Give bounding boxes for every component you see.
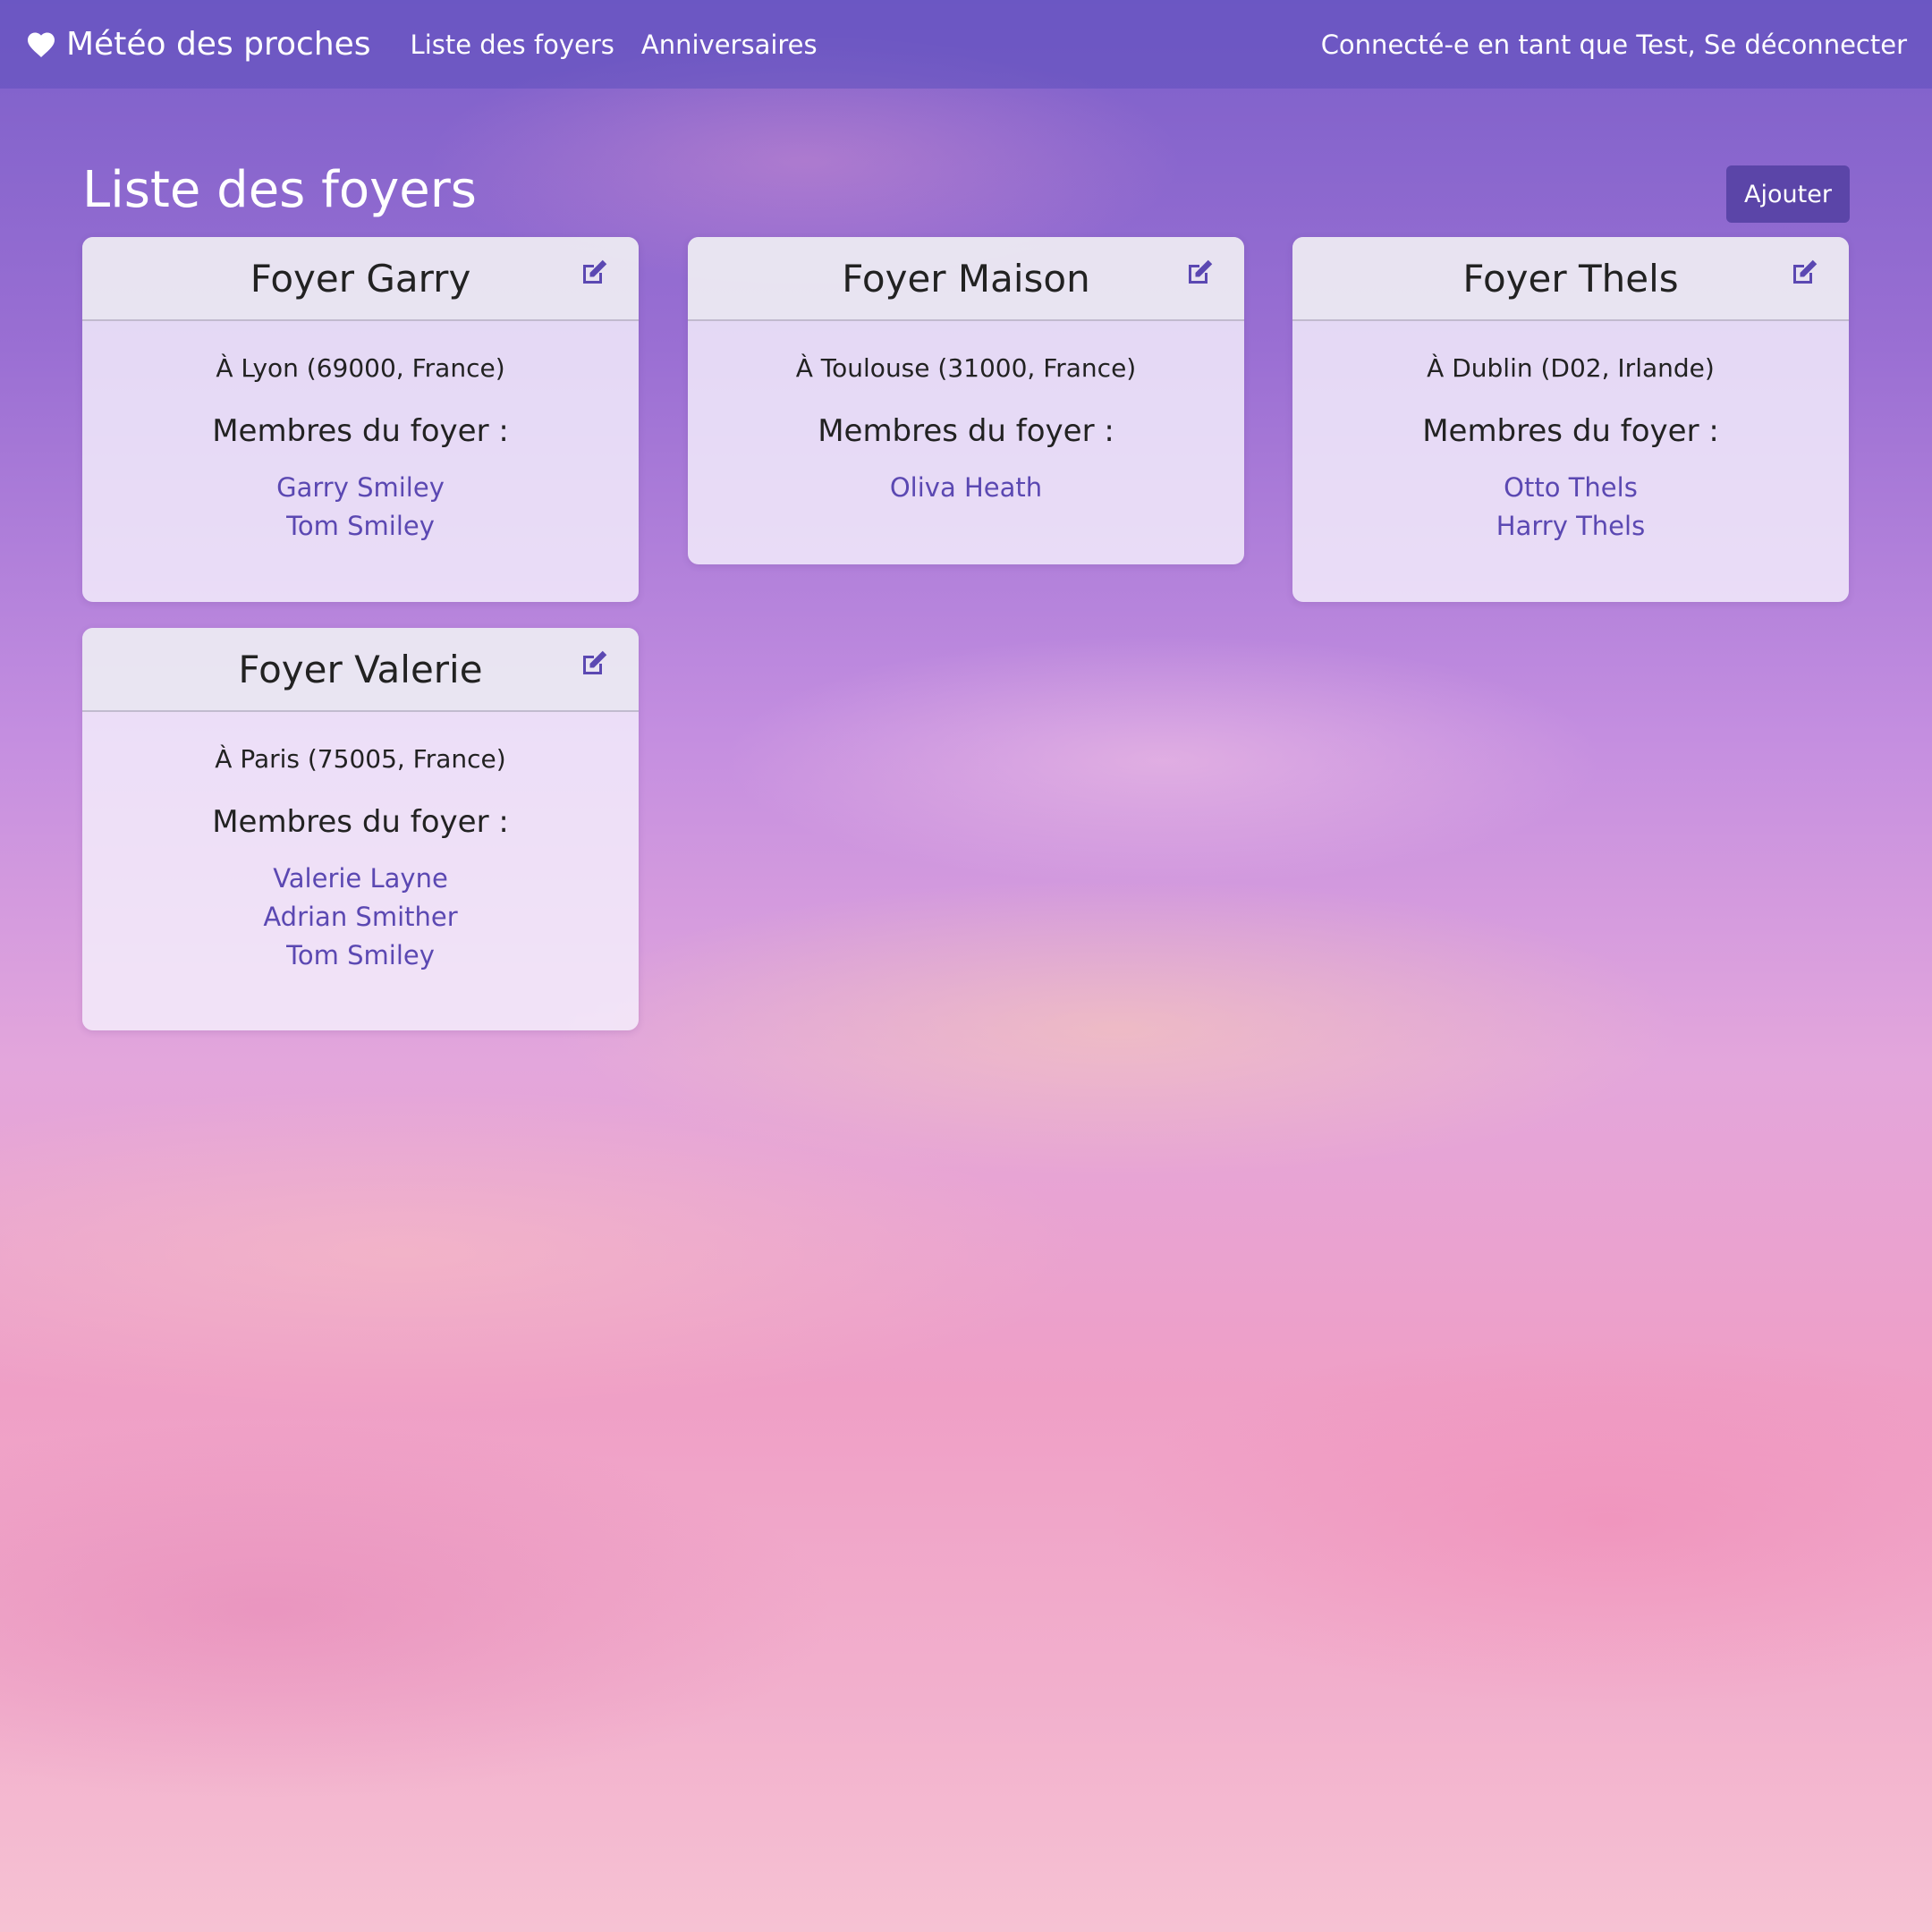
- members-heading: Membres du foyer :: [212, 413, 509, 449]
- brand-link[interactable]: Météo des proches: [25, 26, 371, 63]
- household-card: Foyer Maison À Toulouse (31000, France) …: [688, 237, 1244, 564]
- edit-icon[interactable]: [1183, 257, 1216, 289]
- user-status: Connecté-e en tant que Test, Se déconnec…: [1321, 30, 1907, 60]
- member-link[interactable]: Harry Thels: [1292, 507, 1849, 546]
- household-address: À Paris (75005, France): [215, 744, 506, 774]
- household-card: Foyer Garry À Lyon (69000, France) Membr…: [82, 237, 639, 602]
- edit-icon[interactable]: [578, 648, 610, 680]
- member-link[interactable]: Tom Smiley: [82, 507, 639, 546]
- logout-link[interactable]: Se déconnecter: [1704, 30, 1907, 60]
- card-title: Foyer Valerie: [238, 647, 483, 691]
- member-link[interactable]: Otto Thels: [1292, 469, 1849, 507]
- card-body: À Toulouse (31000, France) Membres du fo…: [688, 321, 1244, 507]
- members-heading: Membres du foyer :: [818, 413, 1114, 449]
- navbar: Météo des proches Liste des foyers Anniv…: [0, 0, 1932, 89]
- card-body: À Paris (75005, France) Membres du foyer…: [82, 712, 639, 975]
- member-link[interactable]: Tom Smiley: [82, 936, 639, 975]
- household-address: À Toulouse (31000, France): [795, 353, 1137, 383]
- member-link[interactable]: Valerie Layne: [82, 860, 639, 898]
- members-heading: Membres du foyer :: [1422, 413, 1719, 449]
- member-link[interactable]: Garry Smiley: [82, 469, 639, 507]
- household-card: Foyer Thels À Dublin (D02, Irlande) Memb…: [1292, 237, 1849, 602]
- card-title: Foyer Maison: [842, 256, 1090, 301]
- edit-icon[interactable]: [1788, 257, 1820, 289]
- member-link[interactable]: Oliva Heath: [688, 469, 1244, 507]
- card-header: Foyer Garry: [82, 237, 639, 321]
- household-address: À Dublin (D02, Irlande): [1427, 353, 1715, 383]
- nav-link-households[interactable]: Liste des foyers: [411, 30, 614, 60]
- household-card: Foyer Valerie À Paris (75005, France) Me…: [82, 628, 639, 1030]
- card-title: Foyer Thels: [1462, 256, 1679, 301]
- edit-icon[interactable]: [578, 257, 610, 289]
- page-title: Liste des foyers: [82, 161, 477, 219]
- household-address: À Lyon (69000, France): [216, 353, 505, 383]
- card-header: Foyer Maison: [688, 237, 1244, 321]
- brand-label: Météo des proches: [66, 26, 371, 63]
- heart-icon: [25, 29, 57, 61]
- member-link[interactable]: Adrian Smither: [82, 898, 639, 936]
- card-body: À Lyon (69000, France) Membres du foyer …: [82, 321, 639, 546]
- nav-link-birthdays[interactable]: Anniversaires: [641, 30, 818, 60]
- card-header: Foyer Valerie: [82, 628, 639, 712]
- card-header: Foyer Thels: [1292, 237, 1849, 321]
- card-title: Foyer Garry: [250, 256, 471, 301]
- card-body: À Dublin (D02, Irlande) Membres du foyer…: [1292, 321, 1849, 546]
- members-heading: Membres du foyer :: [212, 804, 509, 840]
- user-status-text: Connecté-e en tant que Test,: [1320, 29, 1696, 60]
- add-household-button[interactable]: Ajouter: [1726, 165, 1850, 223]
